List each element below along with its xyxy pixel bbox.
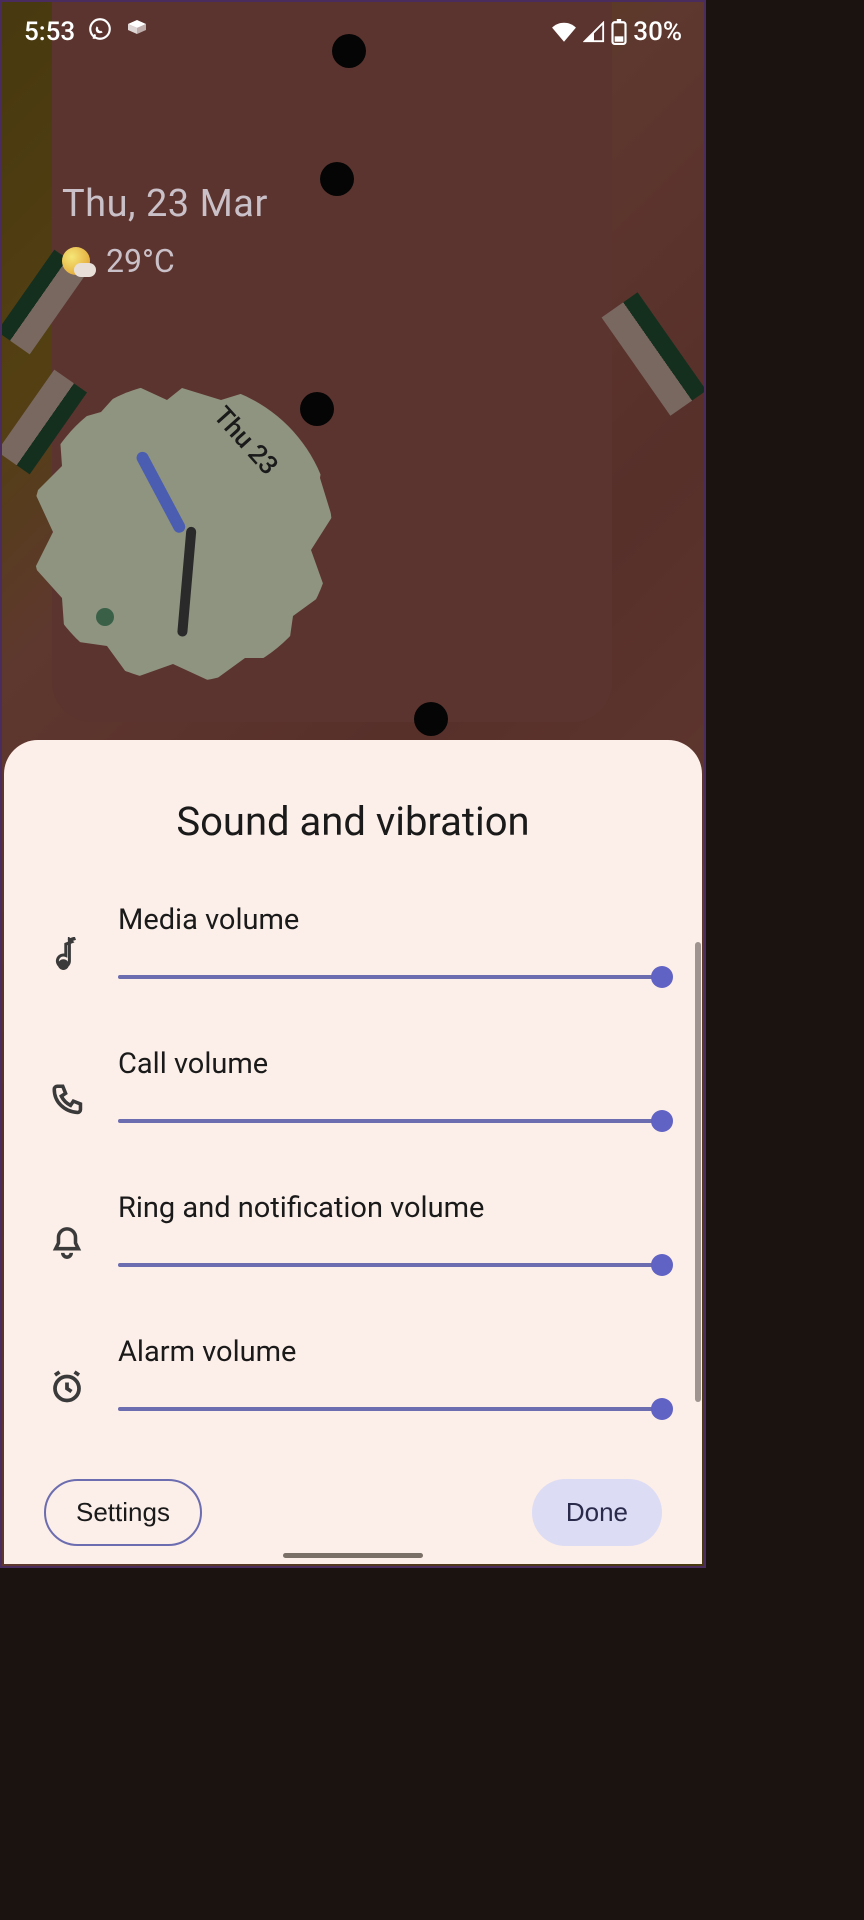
sound-vibration-sheet: Sound and vibration Media volume Call vo… xyxy=(4,740,702,1564)
ring-volume-slider[interactable] xyxy=(118,1255,662,1275)
wifi-icon xyxy=(551,21,577,43)
settings-button[interactable]: Settings xyxy=(44,1479,202,1546)
status-bar: 5:53 30% xyxy=(2,2,704,62)
status-time: 5:53 xyxy=(24,17,75,47)
call-volume-label: Call volume xyxy=(118,1047,662,1081)
clock-face xyxy=(32,382,332,682)
ring-volume-row: Ring and notification volume xyxy=(44,1191,662,1275)
nav-handle[interactable] xyxy=(283,1553,423,1558)
date-weather-widget[interactable]: Thu, 23 Mar 29°C xyxy=(62,182,268,280)
media-volume-label: Media volume xyxy=(118,903,662,937)
media-volume-row: Media volume xyxy=(44,903,662,987)
music-note-icon xyxy=(44,917,90,973)
scroll-indicator[interactable] xyxy=(695,942,701,1402)
weather-icon xyxy=(62,247,90,275)
package-icon xyxy=(125,17,149,48)
analog-clock-widget[interactable]: Thu 23 xyxy=(32,382,332,682)
ring-volume-label: Ring and notification volume xyxy=(118,1191,662,1225)
sheet-title: Sound and vibration xyxy=(44,798,662,845)
temperature: 29°C xyxy=(106,242,175,280)
alarm-clock-icon xyxy=(44,1349,90,1405)
whatsapp-icon xyxy=(87,16,113,49)
alarm-volume-row: Alarm volume xyxy=(44,1335,662,1419)
call-volume-slider[interactable] xyxy=(118,1111,662,1131)
battery-percent: 30% xyxy=(633,17,682,47)
signal-icon xyxy=(583,21,605,43)
bell-icon xyxy=(44,1204,90,1262)
phone-icon xyxy=(44,1062,90,1116)
alarm-volume-slider[interactable] xyxy=(118,1399,662,1419)
battery-icon xyxy=(611,19,627,45)
clock-dot xyxy=(96,608,114,626)
date-text: Thu, 23 Mar xyxy=(62,182,268,226)
media-volume-slider[interactable] xyxy=(118,967,662,987)
done-button[interactable]: Done xyxy=(532,1479,662,1546)
alarm-volume-label: Alarm volume xyxy=(118,1335,662,1369)
call-volume-row: Call volume xyxy=(44,1047,662,1131)
